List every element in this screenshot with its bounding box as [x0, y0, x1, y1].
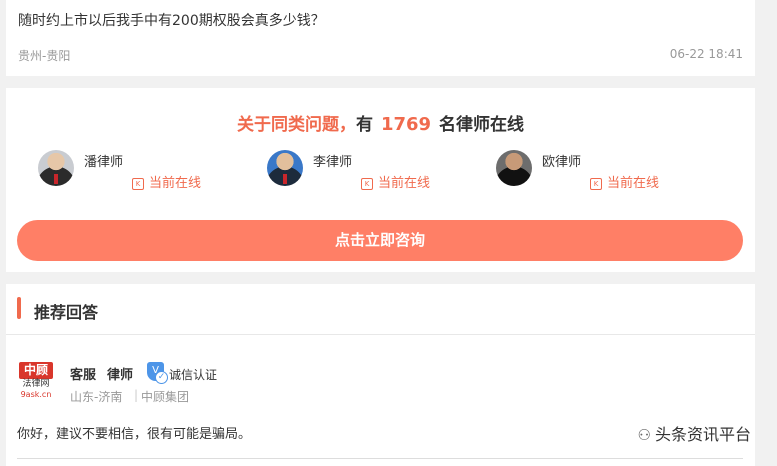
online-count: 1769 [380, 114, 432, 135]
online-status-icon: K [590, 178, 602, 190]
lawyer-name: 欧律师 [542, 155, 582, 170]
question-location: 贵州-贵阳 [18, 49, 71, 63]
answerer-organization: 中顾集团 [141, 390, 190, 404]
lawyer-avatar[interactable] [496, 150, 532, 186]
lawyer-avatar[interactable] [38, 150, 74, 186]
divider [17, 458, 743, 459]
verified-shield-icon: V [147, 362, 168, 384]
lawyer-item[interactable]: 欧律师 K 当前在线 [496, 148, 716, 192]
logo-subtext: 法律网 [22, 379, 50, 389]
wechat-icon: ⚇ [637, 426, 651, 444]
header-have: 有 [356, 115, 374, 135]
lawyers-online-card: 关于同类问题，有 1769 名律师在线 潘律师 K 当前在线 李律师 K 当前在线 … [6, 88, 755, 272]
answerer-role: 律师 [107, 368, 134, 383]
consult-now-button[interactable]: 点击立即咨询 [17, 220, 743, 261]
question-text: 随时约上市以后我手中有200期权股会真多少钱？ [18, 13, 325, 29]
logo-domain: 9ask.cn [20, 390, 52, 399]
online-status-icon: K [132, 178, 144, 190]
lawyer-avatar[interactable] [267, 150, 303, 186]
lawyer-name: 李律师 [313, 155, 353, 170]
lawyer-item[interactable]: 李律师 K 当前在线 [267, 148, 487, 192]
lawyers-online-header: 关于同类问题，有 1769 名律师在线 [6, 110, 755, 135]
zhonggu-logo[interactable]: 中顾 法律网 9ask.cn [19, 362, 53, 400]
lawyer-name: 潘律师 [84, 155, 124, 170]
verified-badge-label: 诚信认证 [169, 368, 218, 382]
lawyer-item[interactable]: 潘律师 K 当前在线 [38, 148, 258, 192]
section-title: 推荐回答 [34, 303, 99, 322]
divider [6, 334, 755, 335]
lawyer-status: K 当前在线 [132, 172, 201, 191]
logo-text: 中顾 [19, 362, 53, 379]
online-status-icon: K [361, 178, 373, 190]
meta-separator: | [134, 388, 139, 402]
watermark: ⚇ 头条资讯平台 [638, 421, 751, 445]
answerer-name[interactable]: 客服 [70, 364, 96, 383]
lawyer-status: K 当前在线 [590, 172, 659, 191]
question-time: 06-22 18:41 [669, 47, 743, 61]
header-suffix: 名律师在线 [438, 115, 524, 135]
question-card: 随时约上市以后我手中有200期权股会真多少钱？ 贵州-贵阳 06-22 18:4… [6, 0, 755, 76]
answer-text: 你好，建议不要相信，很有可能是骗局。 [17, 427, 252, 442]
lawyer-status: K 当前在线 [361, 172, 430, 191]
header-prefix: 关于同类问题， [237, 115, 357, 135]
answerer-location: 山东-济南 [70, 390, 123, 404]
section-accent-bar [17, 297, 21, 319]
watermark-text: 头条资讯平台 [654, 425, 751, 444]
